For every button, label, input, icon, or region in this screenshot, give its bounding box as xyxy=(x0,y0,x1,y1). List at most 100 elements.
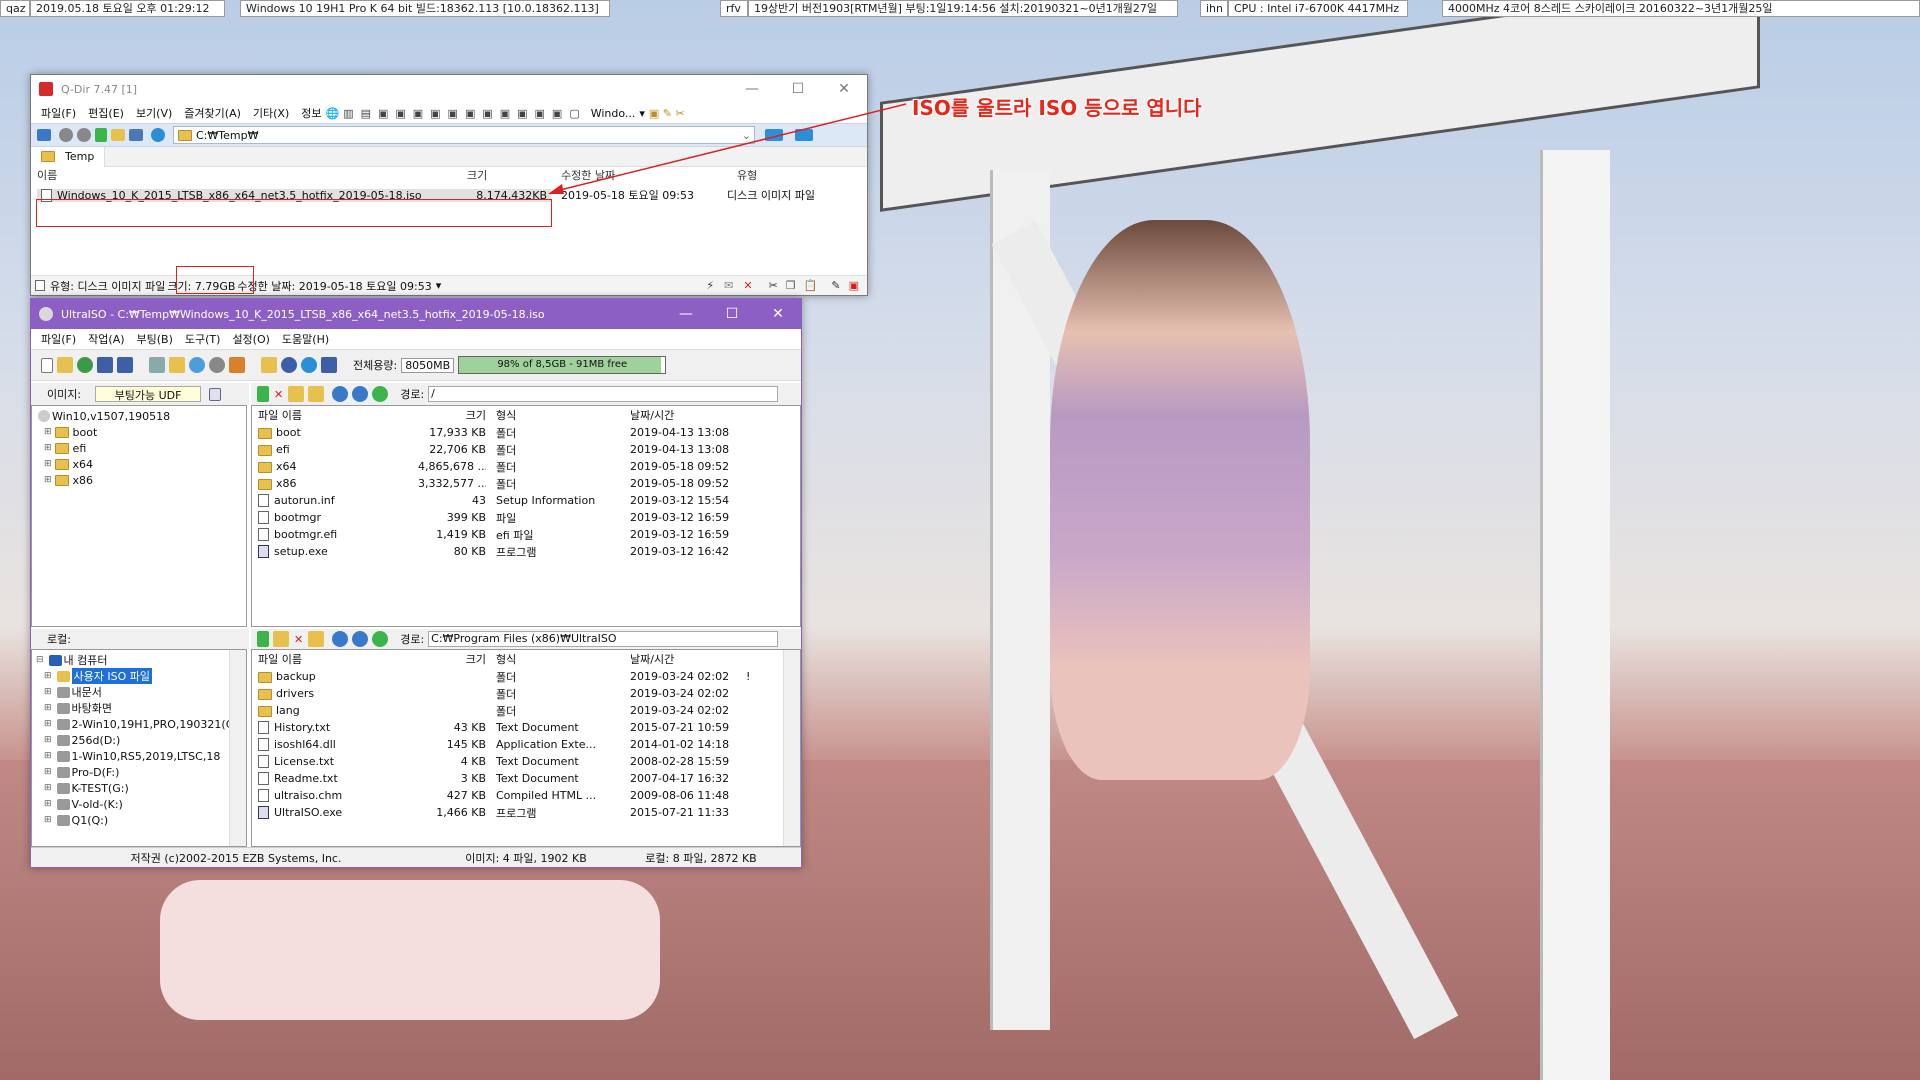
col-name[interactable]: 파일 이름 xyxy=(258,651,418,667)
tree-item[interactable]: ⊞ x86 xyxy=(36,472,242,488)
window-selector[interactable]: Windo... xyxy=(589,107,638,120)
capacity-value[interactable]: 8050MB xyxy=(401,357,455,373)
local-tree-item[interactable]: ⊞ 내문서 xyxy=(36,684,242,700)
menu-options[interactable]: 설정(O) xyxy=(226,331,275,347)
file-row[interactable]: isoshl64.dll 145 KB Application Exte... 201… xyxy=(252,736,800,753)
menu-file[interactable]: 파일(F) xyxy=(35,105,82,121)
menu-action[interactable]: 작업(A) xyxy=(82,331,130,347)
file-row[interactable]: bootmgr 399 KB 파일 2019-03-12 16:59 xyxy=(252,509,800,526)
vertical-scrollbar[interactable] xyxy=(229,650,246,846)
mount-icon[interactable] xyxy=(209,357,225,373)
menu-help[interactable]: 도움말(H) xyxy=(276,331,335,347)
lightning-icon[interactable]: ⚡ xyxy=(706,279,714,292)
globe-icon[interactable]: 🌐 xyxy=(324,107,342,120)
file-row[interactable]: UltraISO.exe 1,466 KB 프로그램 2015-07-21 11:33 xyxy=(252,804,800,821)
expand-icon[interactable]: ⊞ xyxy=(44,427,52,437)
qdir-titlebar[interactable]: Q-Dir 7.47 [1] — ☐ ✕ xyxy=(31,75,867,103)
expand-icon[interactable]: ⊞ xyxy=(44,735,52,745)
tab-temp[interactable]: Temp xyxy=(31,146,106,167)
expand-icon[interactable]: ⊞ xyxy=(44,475,52,485)
extract-icon[interactable] xyxy=(149,357,165,373)
expand-icon[interactable]: ⊟ xyxy=(36,655,44,665)
tree-item[interactable]: ⊞ efi xyxy=(36,440,242,456)
burn-icon[interactable] xyxy=(189,357,205,373)
chevron-down-icon[interactable]: ⌄ xyxy=(742,129,754,142)
expand-icon[interactable]: ⊞ xyxy=(44,799,52,809)
expand-icon[interactable]: ⊞ xyxy=(44,459,52,469)
header-size[interactable]: 크기 xyxy=(467,167,561,183)
chevron-down-icon[interactable]: ▾ xyxy=(436,279,442,292)
monitor-icon[interactable] xyxy=(765,129,783,141)
file-row[interactable]: Readme.txt 3 KB Text Document 2007-04-17 16… xyxy=(252,770,800,787)
col-size[interactable]: 크기 xyxy=(418,407,486,423)
local-tree-item[interactable]: ⊞ 사용자 ISO 파일 xyxy=(36,668,242,684)
properties-icon[interactable] xyxy=(209,387,222,401)
panel-icon[interactable] xyxy=(37,129,51,141)
local-tree-item[interactable]: ⊞ Pro-D(F:) xyxy=(36,764,242,780)
file-row[interactable]: History.txt 43 KB Text Document 2015-07-21 … xyxy=(252,719,800,736)
path-input[interactable]: C:₩Temp₩ ⌄ xyxy=(173,126,755,144)
minimize-button[interactable]: — xyxy=(663,299,709,329)
ultraiso-titlebar[interactable]: UltraISO - C:₩Temp₩Windows_10_K_2015_LTS… xyxy=(31,299,801,329)
close-button[interactable]: ✕ xyxy=(755,299,801,329)
delete-icon[interactable]: ✕ xyxy=(294,633,303,646)
tree-root[interactable]: Win10,v1507,190518 xyxy=(36,408,242,424)
refresh-icon[interactable] xyxy=(372,386,389,402)
header-type[interactable]: 유형 xyxy=(737,167,847,183)
help-icon[interactable] xyxy=(301,357,317,373)
minimize-button[interactable]: — xyxy=(729,75,775,103)
settings-icon[interactable]: ▣ xyxy=(849,279,859,292)
exit-icon[interactable] xyxy=(321,357,337,373)
file-row[interactable]: autorun.inf 43 Setup Information 2019-03-12… xyxy=(252,492,800,509)
col-size[interactable]: 크기 xyxy=(418,651,486,667)
local-tree-item[interactable]: ⊞ V-old-(K:) xyxy=(36,796,242,812)
compress-icon[interactable] xyxy=(229,357,245,373)
expand-icon[interactable]: ⊞ xyxy=(44,443,52,453)
menu-view[interactable]: 보기(V) xyxy=(130,105,178,121)
delete-icon[interactable]: ✕ xyxy=(743,279,752,292)
back-icon[interactable] xyxy=(59,128,73,142)
file-row[interactable]: lang 폴더 2019-03-24 02:02 xyxy=(252,702,800,719)
up-icon[interactable] xyxy=(257,631,269,647)
paste-icon[interactable]: 📋 xyxy=(804,279,818,292)
new-icon[interactable] xyxy=(41,357,53,373)
col-type[interactable]: 형식 xyxy=(486,407,626,423)
local-tree-item[interactable]: ⊞ Q1(Q:) xyxy=(36,812,242,828)
file-row[interactable]: x64 4,865,678 ... 폴더 2019-05-18 09:52 xyxy=(252,458,800,475)
chevron-down-icon[interactable]: ▾ xyxy=(637,107,647,120)
file-row[interactable]: boot 17,933 KB 폴더 2019-04-13 13:08 xyxy=(252,424,800,441)
maximize-button[interactable]: ☐ xyxy=(709,299,755,329)
file-row[interactable]: backup 폴더 2019-03-24 02:02! xyxy=(252,668,800,685)
save-as-icon[interactable] xyxy=(117,357,133,373)
col-type[interactable]: 형식 xyxy=(486,651,626,667)
file-row[interactable]: License.txt 4 KB Text Document 2008-02-28 1… xyxy=(252,753,800,770)
edit-icon[interactable]: ✎ xyxy=(831,279,840,292)
col-date[interactable]: 날짜/시간 xyxy=(626,651,746,667)
toolbar-extra-icons[interactable]: ▣ ✎ ✂ xyxy=(647,107,687,120)
folder-icon[interactable] xyxy=(308,631,325,647)
file-row[interactable]: efi 22,706 KB 폴더 2019-04-13 13:08 xyxy=(252,441,800,458)
menu-file[interactable]: 파일(F) xyxy=(35,331,82,347)
maximize-button[interactable]: ☐ xyxy=(775,75,821,103)
forward-icon[interactable] xyxy=(77,128,91,142)
vertical-scrollbar[interactable] xyxy=(783,650,800,846)
local-tree-item[interactable]: ⊞ 1-Win10,RS5,2019,LTSC,18 xyxy=(36,748,242,764)
expand-icon[interactable]: ⊞ xyxy=(44,703,52,713)
add-icon[interactable] xyxy=(273,631,289,647)
file-row[interactable]: bootmgr.efi 1,419 KB efi 파일 2019-03-12 16:5… xyxy=(252,526,800,543)
expand-icon[interactable]: ⊞ xyxy=(44,783,52,793)
expand-icon[interactable]: ⊞ xyxy=(44,751,52,761)
file-row[interactable]: ultraiso.chm 427 KB Compiled HTML ... 2009-… xyxy=(252,787,800,804)
tree-item[interactable]: ⊞ boot xyxy=(36,424,242,440)
open-icon[interactable] xyxy=(57,357,73,373)
menu-boot[interactable]: 부팅(B) xyxy=(131,331,179,347)
expand-icon[interactable]: ⊞ xyxy=(44,767,52,777)
up-icon[interactable] xyxy=(95,128,107,142)
expand-icon[interactable]: ⊞ xyxy=(44,815,52,825)
folder-icon[interactable] xyxy=(111,129,125,141)
expand-icon[interactable]: ⊞ xyxy=(44,671,52,681)
mail-icon[interactable]: ✉ xyxy=(724,279,733,292)
monitor-icon[interactable] xyxy=(795,129,813,141)
expand-icon[interactable]: ⊞ xyxy=(44,719,52,729)
cut-icon[interactable]: ✂ xyxy=(769,279,778,292)
